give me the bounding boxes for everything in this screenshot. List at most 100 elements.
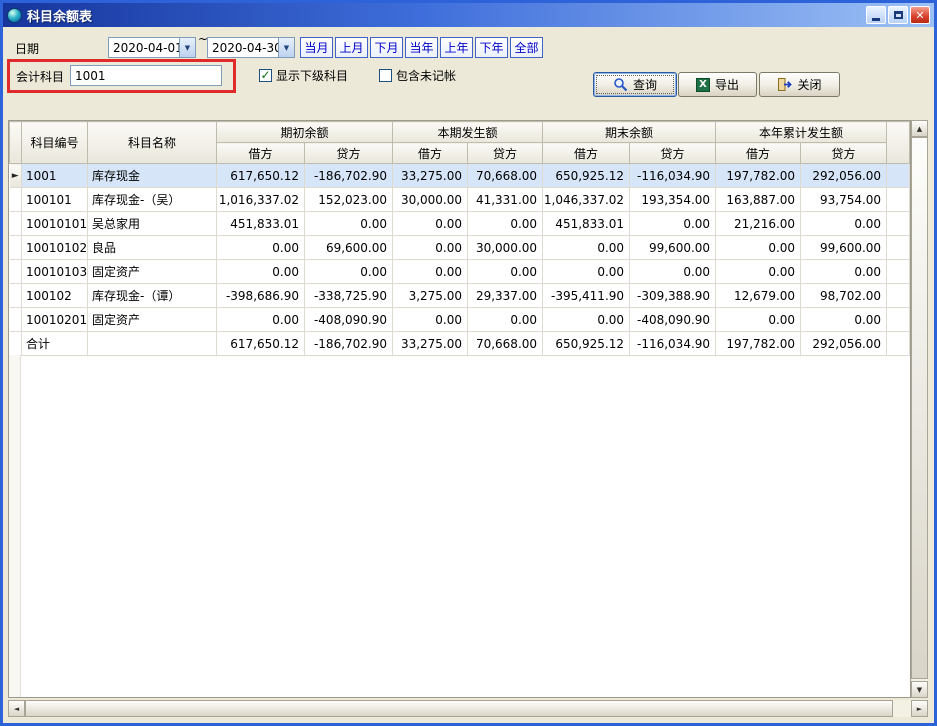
cell-value[interactable]: 617,650.12 <box>217 332 305 356</box>
cell-value[interactable]: 0.00 <box>217 308 305 332</box>
cell-value[interactable]: 0.00 <box>543 260 630 284</box>
cell-value[interactable]: -338,725.90 <box>305 284 393 308</box>
cell-value[interactable]: 0.00 <box>716 308 801 332</box>
row-selector[interactable] <box>10 260 22 284</box>
cell-value[interactable]: 0.00 <box>716 260 801 284</box>
cell-value[interactable]: 30,000.00 <box>393 188 468 212</box>
cell-value[interactable]: -395,411.90 <box>543 284 630 308</box>
cell-name[interactable] <box>88 332 217 356</box>
cell-value[interactable]: 0.00 <box>468 260 543 284</box>
cell-value[interactable]: 0.00 <box>468 212 543 236</box>
cell-name[interactable]: 固定资产 <box>88 260 217 284</box>
cell-value[interactable]: 30,000.00 <box>468 236 543 260</box>
cell-value[interactable]: 21,216.00 <box>716 212 801 236</box>
cell-value[interactable]: 451,833.01 <box>217 212 305 236</box>
close-button[interactable]: 关闭 <box>759 72 840 97</box>
cell-value[interactable]: 70,668.00 <box>468 164 543 188</box>
scroll-right-icon[interactable]: ► <box>911 700 928 717</box>
cell-value[interactable]: 0.00 <box>393 260 468 284</box>
table-row[interactable]: ►1001库存现金617,650.12-186,702.9033,275.007… <box>10 164 910 188</box>
cell-value[interactable]: 292,056.00 <box>801 332 887 356</box>
account-input[interactable] <box>70 65 222 86</box>
include-unposted-checkbox[interactable]: 包含未记帐 <box>379 67 456 84</box>
row-selector[interactable] <box>10 188 22 212</box>
cell-value[interactable]: 1,016,337.02 <box>217 188 305 212</box>
cell-value[interactable]: 29,337.00 <box>468 284 543 308</box>
chevron-down-icon[interactable]: ▼ <box>179 38 195 57</box>
table-row[interactable]: 10010201固定资产0.00-408,090.900.000.000.00-… <box>10 308 910 332</box>
table-row[interactable]: 合计617,650.12-186,702.9033,275.0070,668.0… <box>10 332 910 356</box>
cell-value[interactable]: 617,650.12 <box>217 164 305 188</box>
row-selector[interactable] <box>10 308 22 332</box>
cell-name[interactable]: 吴总家用 <box>88 212 217 236</box>
table-row[interactable]: 100101库存现金-（吴）1,016,337.02152,023.0030,0… <box>10 188 910 212</box>
cell-value[interactable]: 33,275.00 <box>393 164 468 188</box>
cell-value[interactable]: -116,034.90 <box>630 332 716 356</box>
cell-value[interactable]: 0.00 <box>630 212 716 236</box>
export-button[interactable]: 导出 <box>678 72 757 97</box>
maximize-button[interactable] <box>888 6 908 24</box>
query-button[interactable]: 查询 <box>593 72 677 97</box>
cell-value[interactable]: 0.00 <box>217 236 305 260</box>
cell-value[interactable]: 650,925.12 <box>543 332 630 356</box>
table-row[interactable]: 10010103固定资产0.000.000.000.000.000.000.00… <box>10 260 910 284</box>
cell-value[interactable]: 0.00 <box>217 260 305 284</box>
cell-value[interactable]: -408,090.90 <box>630 308 716 332</box>
cell-value[interactable]: 292,056.00 <box>801 164 887 188</box>
cell-value[interactable]: 0.00 <box>801 308 887 332</box>
cell-value[interactable]: 41,331.00 <box>468 188 543 212</box>
cell-value[interactable]: 197,782.00 <box>716 164 801 188</box>
cell-value[interactable]: 163,887.00 <box>716 188 801 212</box>
cell-value[interactable]: 0.00 <box>801 212 887 236</box>
quick-button-all[interactable]: 全部 <box>510 37 543 58</box>
table-row[interactable]: 10010102良品0.0069,600.000.0030,000.000.00… <box>10 236 910 260</box>
cell-code[interactable]: 10010201 <box>22 308 88 332</box>
row-selector[interactable] <box>10 212 22 236</box>
vertical-scrollbar[interactable]: ▲ ▼ <box>911 120 928 698</box>
cell-value[interactable]: 197,782.00 <box>716 332 801 356</box>
cell-value[interactable]: 0.00 <box>305 260 393 284</box>
cell-name[interactable]: 良品 <box>88 236 217 260</box>
scroll-up-icon[interactable]: ▲ <box>911 120 928 137</box>
table-row[interactable]: 10010101吴总家用451,833.010.000.000.00451,83… <box>10 212 910 236</box>
cell-name[interactable]: 库存现金 <box>88 164 217 188</box>
cell-code[interactable]: 10010103 <box>22 260 88 284</box>
cell-value[interactable]: 193,354.00 <box>630 188 716 212</box>
cell-value[interactable]: 98,702.00 <box>801 284 887 308</box>
cell-value[interactable]: 12,679.00 <box>716 284 801 308</box>
cell-value[interactable]: 69,600.00 <box>305 236 393 260</box>
cell-value[interactable]: 0.00 <box>801 260 887 284</box>
cell-value[interactable]: 1,046,337.02 <box>543 188 630 212</box>
cell-value[interactable]: 0.00 <box>468 308 543 332</box>
cell-value[interactable]: 0.00 <box>393 236 468 260</box>
horizontal-scrollbar[interactable]: ◄ ► <box>8 700 928 717</box>
quick-button-next-year[interactable]: 下年 <box>475 37 508 58</box>
show-sub-checkbox[interactable]: 显示下级科目 <box>259 67 348 84</box>
row-selector[interactable] <box>10 284 22 308</box>
cell-value[interactable]: 0.00 <box>543 308 630 332</box>
quick-button-next-month[interactable]: 下月 <box>370 37 403 58</box>
cell-name[interactable]: 库存现金-（谭） <box>88 284 217 308</box>
cell-name[interactable]: 库存现金-（吴） <box>88 188 217 212</box>
cell-value[interactable]: -116,034.90 <box>630 164 716 188</box>
cell-value[interactable]: 0.00 <box>393 308 468 332</box>
scroll-down-icon[interactable]: ▼ <box>911 681 928 698</box>
vertical-scroll-thumb[interactable] <box>911 137 928 679</box>
cell-value[interactable]: -186,702.90 <box>305 164 393 188</box>
cell-value[interactable]: -398,686.90 <box>217 284 305 308</box>
cell-value[interactable]: 93,754.00 <box>801 188 887 212</box>
cell-name[interactable]: 固定资产 <box>88 308 217 332</box>
chevron-down-icon[interactable]: ▼ <box>278 38 294 57</box>
cell-code[interactable]: 1001 <box>22 164 88 188</box>
close-window-button[interactable]: ✕ <box>910 6 930 24</box>
quick-button-current-month[interactable]: 当月 <box>300 37 333 58</box>
row-selector[interactable] <box>10 332 22 356</box>
cell-code[interactable]: 100102 <box>22 284 88 308</box>
cell-value[interactable]: 0.00 <box>393 212 468 236</box>
cell-value[interactable]: 3,275.00 <box>393 284 468 308</box>
cell-value[interactable]: 99,600.00 <box>630 236 716 260</box>
cell-value[interactable]: -408,090.90 <box>305 308 393 332</box>
horizontal-scroll-thumb[interactable] <box>25 700 893 717</box>
date-to-select[interactable]: 2020-04-30 ▼ <box>207 37 295 58</box>
quick-button-current-year[interactable]: 当年 <box>405 37 438 58</box>
